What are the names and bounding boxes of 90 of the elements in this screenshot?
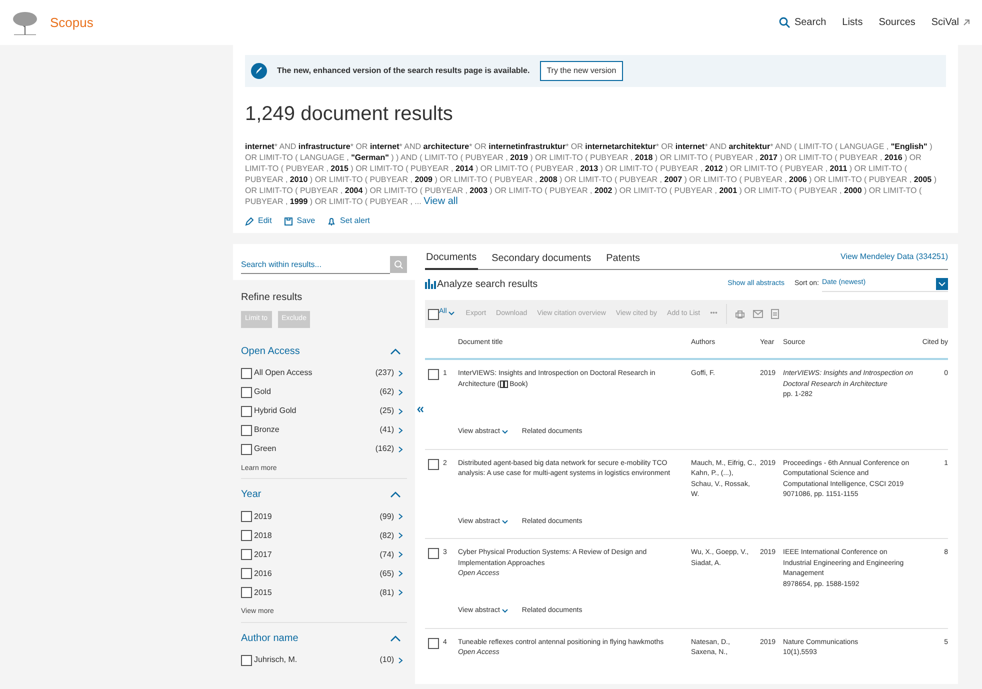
printer-icon (735, 310, 746, 318)
checkbox[interactable] (428, 308, 439, 320)
chevron-right-icon (398, 446, 403, 452)
chevron-down-icon (502, 520, 508, 524)
checkbox[interactable] (241, 368, 252, 378)
checkbox[interactable] (428, 638, 439, 648)
banner-text: The new, enhanced version of the search results page is available. (277, 65, 530, 77)
query-text: internet* AND infrastructure* OR internet* AND architecture* OR internetinfrastruktur* OR internetarchitektur* OR internet* AND architektur* AND ( LIMIT-TO ( LANGUAGE , "English" ) OR LIMIT-TO ( LANGUAGE , "German" ) ) AND ( LIMIT-TO ( PUBYEAR , 2019 ) OR LIMIT-TO ( PUBYEAR , 2018 ) OR LIMIT-TO ( PUBYEAR , 2017 ) OR LIMIT-TO ( PUBYEAR , 2016 ) OR LIMIT-TO ( PUBYEAR , 2015 ) OR LIMIT-TO ( PUBYEAR , 2014 ) OR LIMIT-TO ( PUBYEAR , 2013 ) OR LIMIT-TO ( PUBYEAR , 2012 ) OR LIMIT-TO ( PUBYEAR , 2011 ) OR LIMIT-TO ( PUBYEAR , 2010 ) OR LIMIT-TO ( PUBYEAR , 2009 ) OR LIMIT-TO ( PUBYEAR , 2008 ) OR LIMIT-TO ( PUBYEAR , 2007 ) OR LIMIT-TO ( PUBYEAR , 2006 ) OR LIMIT-TO ( PUBYEAR , 2005 ) OR LIMIT-TO ( PUBYEAR , 2004 ) OR LIMIT-TO ( PUBYEAR , 2003 ) OR LIMIT-TO ( PUBYEAR , 2002 ) OR LIMIT-TO ( PUBYEAR , 2001 ) OR LIMIT-TO ( PUBYEAR , 2000 ) OR LIMIT-TO ( PUBYEAR , 1999 ) OR LIMIT-TO ( PUBYEAR , ... View all (245, 141, 938, 207)
facet-option: 2017 (254, 548, 272, 560)
chevron-right-icon (398, 408, 403, 414)
checkbox[interactable] (428, 548, 439, 559)
facet-option: Green (254, 443, 276, 455)
facet-option: Gold (254, 386, 271, 398)
checkbox[interactable] (241, 587, 252, 598)
results-tab[interactable]: Patents (605, 251, 642, 269)
alert-link[interactable]: Set alert (327, 215, 370, 227)
pencil-icon (245, 216, 254, 226)
nav-link[interactable]: Search (779, 15, 826, 30)
results-heading: 1,249 document results (245, 102, 454, 127)
checkbox[interactable] (241, 444, 252, 454)
chevron-right-icon (398, 551, 403, 558)
tree-logo-icon (12, 10, 38, 34)
search-within-field[interactable]: Search within results... (241, 257, 390, 274)
chevron-right-icon (398, 388, 403, 396)
checkbox[interactable] (241, 386, 252, 398)
book-icon (500, 380, 508, 388)
save-link[interactable]: Save (284, 215, 316, 227)
facet-count: (65) (380, 568, 394, 580)
facet-title: Year (241, 488, 262, 502)
checkbox[interactable] (428, 369, 439, 380)
results-tab[interactable]: Documents (425, 250, 478, 270)
chevron-right-icon (398, 370, 403, 376)
facet-count: (81) (380, 586, 394, 598)
checkbox[interactable] (241, 424, 252, 436)
edit-link[interactable]: Edit (245, 215, 272, 227)
nav-link[interactable]: Sources (878, 15, 916, 30)
mendeley-data-link[interactable]: View Mendeley Data (334251) (840, 251, 948, 269)
chevron-right-icon (398, 656, 403, 664)
envelope-icon (753, 310, 764, 318)
external-link-icon (963, 19, 970, 26)
checkbox[interactable] (241, 511, 252, 522)
checkbox[interactable] (428, 458, 439, 470)
dropdown-chevron-icon (936, 278, 948, 290)
document-icon (771, 309, 780, 319)
facet-count: (82) (380, 530, 394, 542)
results-tab[interactable]: Secondary documents (490, 251, 592, 269)
facet-count: (99) (380, 510, 394, 522)
checkbox[interactable] (241, 549, 252, 560)
checkbox[interactable] (241, 406, 252, 416)
checkbox[interactable] (241, 568, 252, 579)
facet-count: (74) (380, 548, 394, 560)
bar-chart-icon (425, 279, 436, 289)
facet-count: (41) (380, 424, 394, 436)
facet-count: (162) (375, 443, 394, 455)
facet-title: Author name (241, 632, 298, 646)
double-chevron-left-icon[interactable] (417, 406, 424, 413)
checkbox[interactable] (241, 654, 252, 666)
try-new-version-button[interactable]: Try the new version (540, 61, 624, 81)
nav-link[interactable]: Lists (842, 15, 863, 30)
chevron-right-icon (398, 513, 403, 520)
checkbox[interactable] (241, 530, 252, 541)
chevron-right-icon (398, 426, 403, 434)
facet-count: (62) (380, 386, 394, 398)
facet-title: Open Access (241, 344, 300, 358)
search-icon (394, 260, 403, 269)
chevron-right-icon (398, 589, 403, 596)
search-icon (779, 17, 790, 28)
chevron-down-icon (502, 430, 508, 434)
facet-option: Juhrisch, M. (254, 654, 298, 666)
facet-option: Hybrid Gold (254, 405, 296, 417)
analyze-results-link[interactable]: Analyze search results (425, 276, 538, 292)
facet-count: (10) (380, 654, 394, 666)
facet-option: All Open Access (254, 367, 312, 379)
nav-link[interactable]: SciVal (931, 15, 970, 30)
facet-count: (237) (375, 367, 394, 379)
chevron-right-icon (398, 532, 403, 539)
facet-option: 2015 (254, 586, 272, 598)
facet-count: (25) (380, 405, 394, 417)
chevron-right-icon (398, 570, 403, 577)
search-within-panel[interactable]: Search within results... (233, 244, 415, 280)
facet-option: 2019 (254, 510, 272, 522)
view-all-link[interactable]: View all (424, 196, 458, 207)
facet-option: Bronze (254, 424, 280, 436)
refine-results-title: Refine results (241, 291, 304, 305)
save-icon (284, 216, 293, 226)
chevron-down-icon (502, 609, 508, 614)
bell-icon (327, 216, 336, 226)
caret-icon (448, 310, 455, 316)
facet-option: 2016 (254, 568, 272, 580)
facet-option: 2018 (254, 530, 272, 542)
